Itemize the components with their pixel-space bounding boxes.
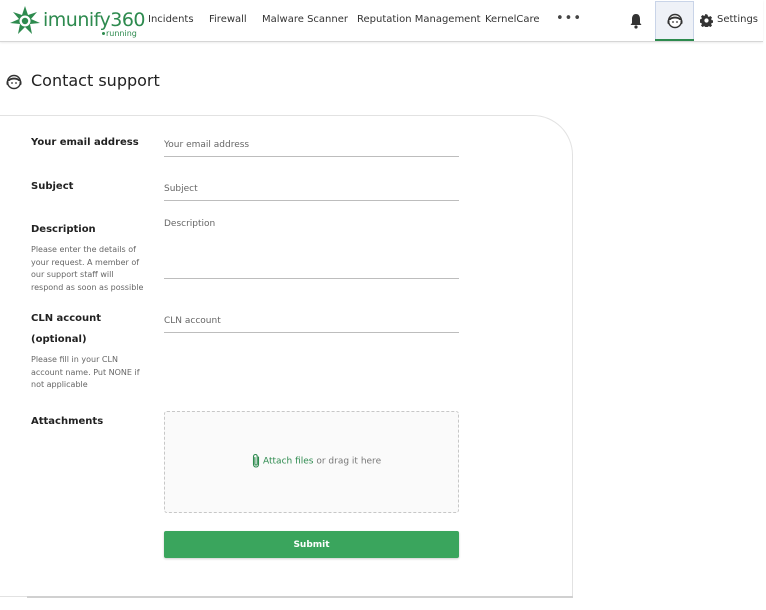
attachments-label: Attachments	[31, 416, 104, 427]
imunify360-logo[interactable]: imunify360 running	[10, 5, 146, 39]
cln-account-field[interactable]	[164, 310, 459, 333]
cln-account-optional-label: (optional)	[31, 334, 87, 345]
cln-account-hint: Please fill in your CLN account name. Pu…	[31, 355, 140, 389]
bell-icon[interactable]	[629, 13, 643, 29]
status-indicator: running	[102, 29, 137, 38]
email-field[interactable]	[164, 134, 459, 157]
nav-item-firewall[interactable]: Firewall	[209, 14, 247, 25]
status-dot-icon	[102, 32, 105, 35]
dropzone-content: Attach files or drag it here	[251, 453, 381, 469]
paperclip-icon	[252, 453, 260, 468]
description-hint: Please enter the details of your request…	[31, 245, 144, 292]
attachment-dropzone[interactable]: Attach files or drag it here	[164, 411, 459, 513]
support-agent-icon	[667, 13, 683, 29]
top-navigation-bar: imunify360 running Incidents Firewall Ma…	[0, 0, 763, 42]
submit-button[interactable]: Submit	[164, 531, 459, 558]
attach-files-link[interactable]: Attach files	[263, 457, 313, 467]
settings-label: Settings	[717, 14, 759, 25]
subject-field[interactable]	[164, 178, 459, 201]
support-tab[interactable]	[655, 1, 694, 41]
page-title: Contact support	[31, 71, 160, 90]
cln-account-label: CLN account	[31, 313, 102, 324]
support-agent-icon	[6, 74, 22, 90]
nav-item-reputation-management[interactable]: Reputation Management	[357, 14, 481, 25]
description-label: Description	[31, 224, 96, 235]
card-bottom-divider	[27, 596, 573, 598]
subject-label: Subject	[31, 181, 74, 192]
nav-item-incidents[interactable]: Incidents	[148, 14, 194, 25]
description-field[interactable]	[164, 219, 459, 279]
drag-here-text: or drag it here	[316, 456, 382, 467]
gear-icon	[700, 14, 713, 27]
logo-text: imunify360	[43, 9, 146, 31]
nav-item-malware-scanner[interactable]: Malware Scanner	[262, 14, 348, 25]
status-text: running	[106, 29, 137, 38]
imunify-star-icon	[10, 6, 40, 34]
nav-item-kernelcare[interactable]: KernelCare	[485, 14, 540, 25]
more-menu-button[interactable]: •••	[556, 11, 582, 26]
email-label: Your email address	[31, 137, 139, 148]
